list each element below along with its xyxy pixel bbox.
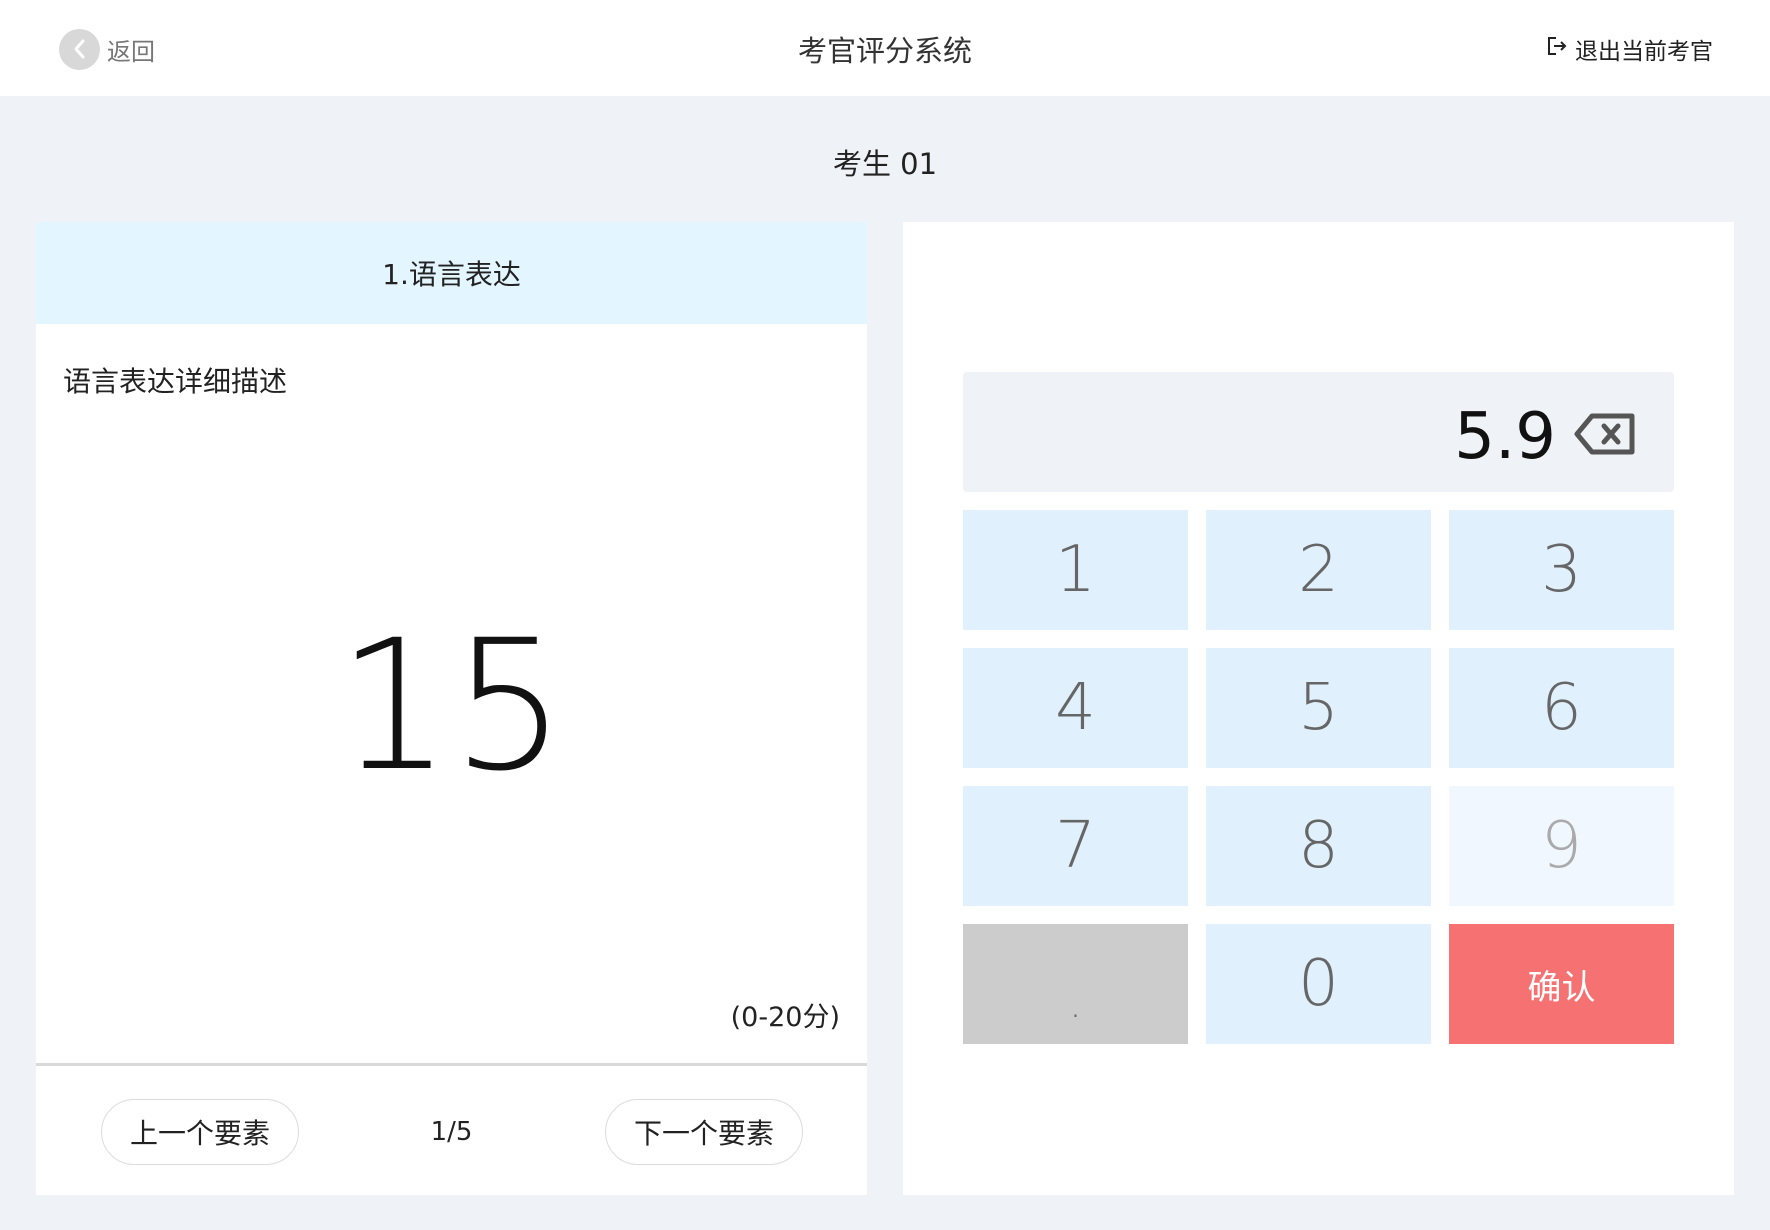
item-description: 语言表达详细描述: [63, 365, 288, 398]
logout-icon: [1546, 35, 1575, 63]
key-9[interactable]: 9: [1449, 786, 1674, 906]
key-dot[interactable]: .: [963, 924, 1188, 1044]
divider: [36, 1063, 867, 1066]
key-3[interactable]: 3: [1449, 510, 1674, 630]
key-6[interactable]: 6: [1449, 648, 1674, 768]
candidate-name: 考生 01: [832, 147, 938, 181]
backspace-icon[interactable]: [1574, 412, 1636, 460]
header-bar: 返回 考官评分系统 退出当前考官: [0, 0, 1770, 96]
key-5[interactable]: 5: [1206, 648, 1431, 768]
confirm-button[interactable]: 确认: [1449, 924, 1674, 1044]
key-7[interactable]: 7: [963, 786, 1188, 906]
logout-button[interactable]: 退出当前考官: [1546, 32, 1713, 66]
keypad-panel: 5.9 1 2 3 4 5 6 7 8 9 . 0 确认: [903, 222, 1734, 1195]
logout-label: 退出当前考官: [1575, 39, 1713, 65]
key-4[interactable]: 4: [963, 648, 1188, 768]
key-0[interactable]: 0: [1206, 924, 1431, 1044]
next-item-button[interactable]: 下一个要素: [605, 1099, 803, 1165]
score-range: (0-20分): [730, 1002, 840, 1033]
key-2[interactable]: 2: [1206, 510, 1431, 630]
score-input-value: 5.9: [1454, 400, 1556, 474]
current-score: 15: [336, 602, 567, 811]
key-8[interactable]: 8: [1206, 786, 1431, 906]
score-input-display[interactable]: 5.9: [963, 372, 1674, 492]
item-panel: 1.语言表达 语言表达详细描述 15 (0-20分) 上一个要素 1/5 下一个…: [36, 222, 867, 1195]
key-1[interactable]: 1: [963, 510, 1188, 630]
item-title: 1.语言表达: [36, 222, 867, 324]
page-title: 考官评分系统: [797, 34, 972, 68]
